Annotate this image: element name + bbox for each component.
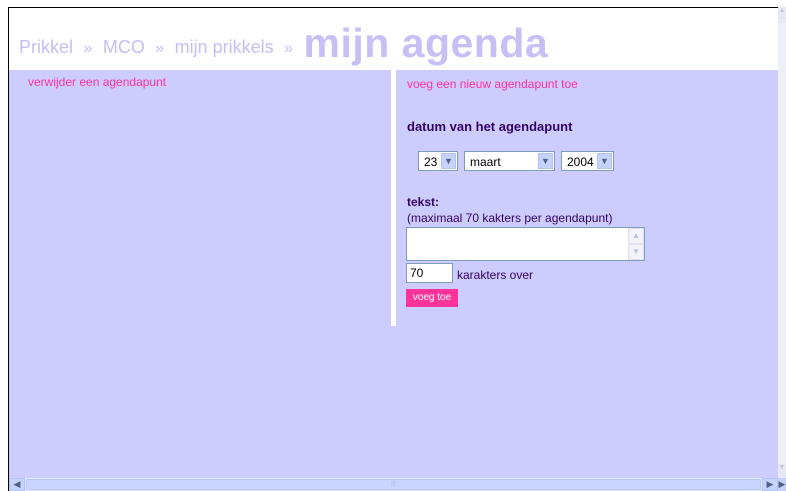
chevron-down-icon[interactable]: ▼: [538, 153, 553, 169]
main-content: verwijder een agendapunt voeg een nieuw …: [9, 70, 778, 478]
scrollbar-corner: ▶: [778, 478, 786, 491]
vertical-scrollbar[interactable]: ▲ ▼: [778, 7, 786, 478]
column-divider: [391, 70, 396, 326]
agenda-text-input[interactable]: ▲ ▼: [406, 227, 645, 261]
chevron-down-icon[interactable]: ▼: [441, 153, 456, 169]
text-label: tekst:: [407, 195, 440, 209]
add-section-title: voeg een nieuw agendapunt toe: [407, 77, 578, 91]
chevron-left-icon[interactable]: ◀: [9, 478, 25, 491]
year-select-value: 2004: [567, 155, 594, 169]
horizontal-scrollbar[interactable]: ◀ ||| ▶: [9, 478, 778, 491]
chevron-down-icon[interactable]: ▼: [628, 244, 644, 260]
chevron-up-icon[interactable]: ▲: [778, 7, 786, 23]
chevron-down-icon[interactable]: ▼: [597, 153, 612, 169]
day-select-value: 23: [424, 155, 438, 169]
month-select[interactable]: maart ▼: [464, 151, 555, 171]
characters-left-label: karakters over: [457, 268, 534, 282]
chevron-down-icon[interactable]: ▼: [778, 464, 786, 478]
delete-section-title: verwijder een agendapunt: [28, 75, 167, 89]
page-header: Prikkel » MCO » mijn prikkels » mijn age…: [9, 8, 778, 70]
month-select-value: maart: [470, 155, 501, 169]
breadcrumb: Prikkel » MCO » mijn prikkels » mijn age…: [19, 16, 549, 66]
breadcrumb-link-mijn-prikkels[interactable]: mijn prikkels: [175, 37, 274, 57]
add-button[interactable]: voeg toe: [406, 289, 458, 307]
textarea-scrollbar[interactable]: ▲ ▼: [628, 228, 644, 260]
date-label: datum van het agendapunt: [407, 119, 573, 134]
year-select[interactable]: 2004 ▼: [561, 151, 614, 171]
text-hint: (maximaal 70 kakters per agendapunt): [407, 211, 613, 225]
breadcrumb-separator: »: [155, 40, 165, 57]
breadcrumb-link-mco[interactable]: MCO: [103, 37, 145, 57]
page-title: mijn agenda: [303, 20, 549, 66]
chevron-right-icon[interactable]: ▶: [778, 478, 786, 491]
breadcrumb-link-prikkel[interactable]: Prikkel: [19, 37, 73, 57]
chevron-right-icon[interactable]: ▶: [762, 478, 778, 491]
breadcrumb-separator: »: [284, 40, 294, 57]
day-select[interactable]: 23 ▼: [418, 151, 458, 171]
browser-frame: Prikkel » MCO » mijn prikkels » mijn age…: [0, 0, 786, 491]
breadcrumb-separator: »: [83, 40, 93, 57]
characters-left-field: 70: [406, 263, 453, 283]
chevron-up-icon[interactable]: ▲: [628, 228, 644, 244]
scrollbar-thumb[interactable]: |||: [26, 479, 761, 490]
